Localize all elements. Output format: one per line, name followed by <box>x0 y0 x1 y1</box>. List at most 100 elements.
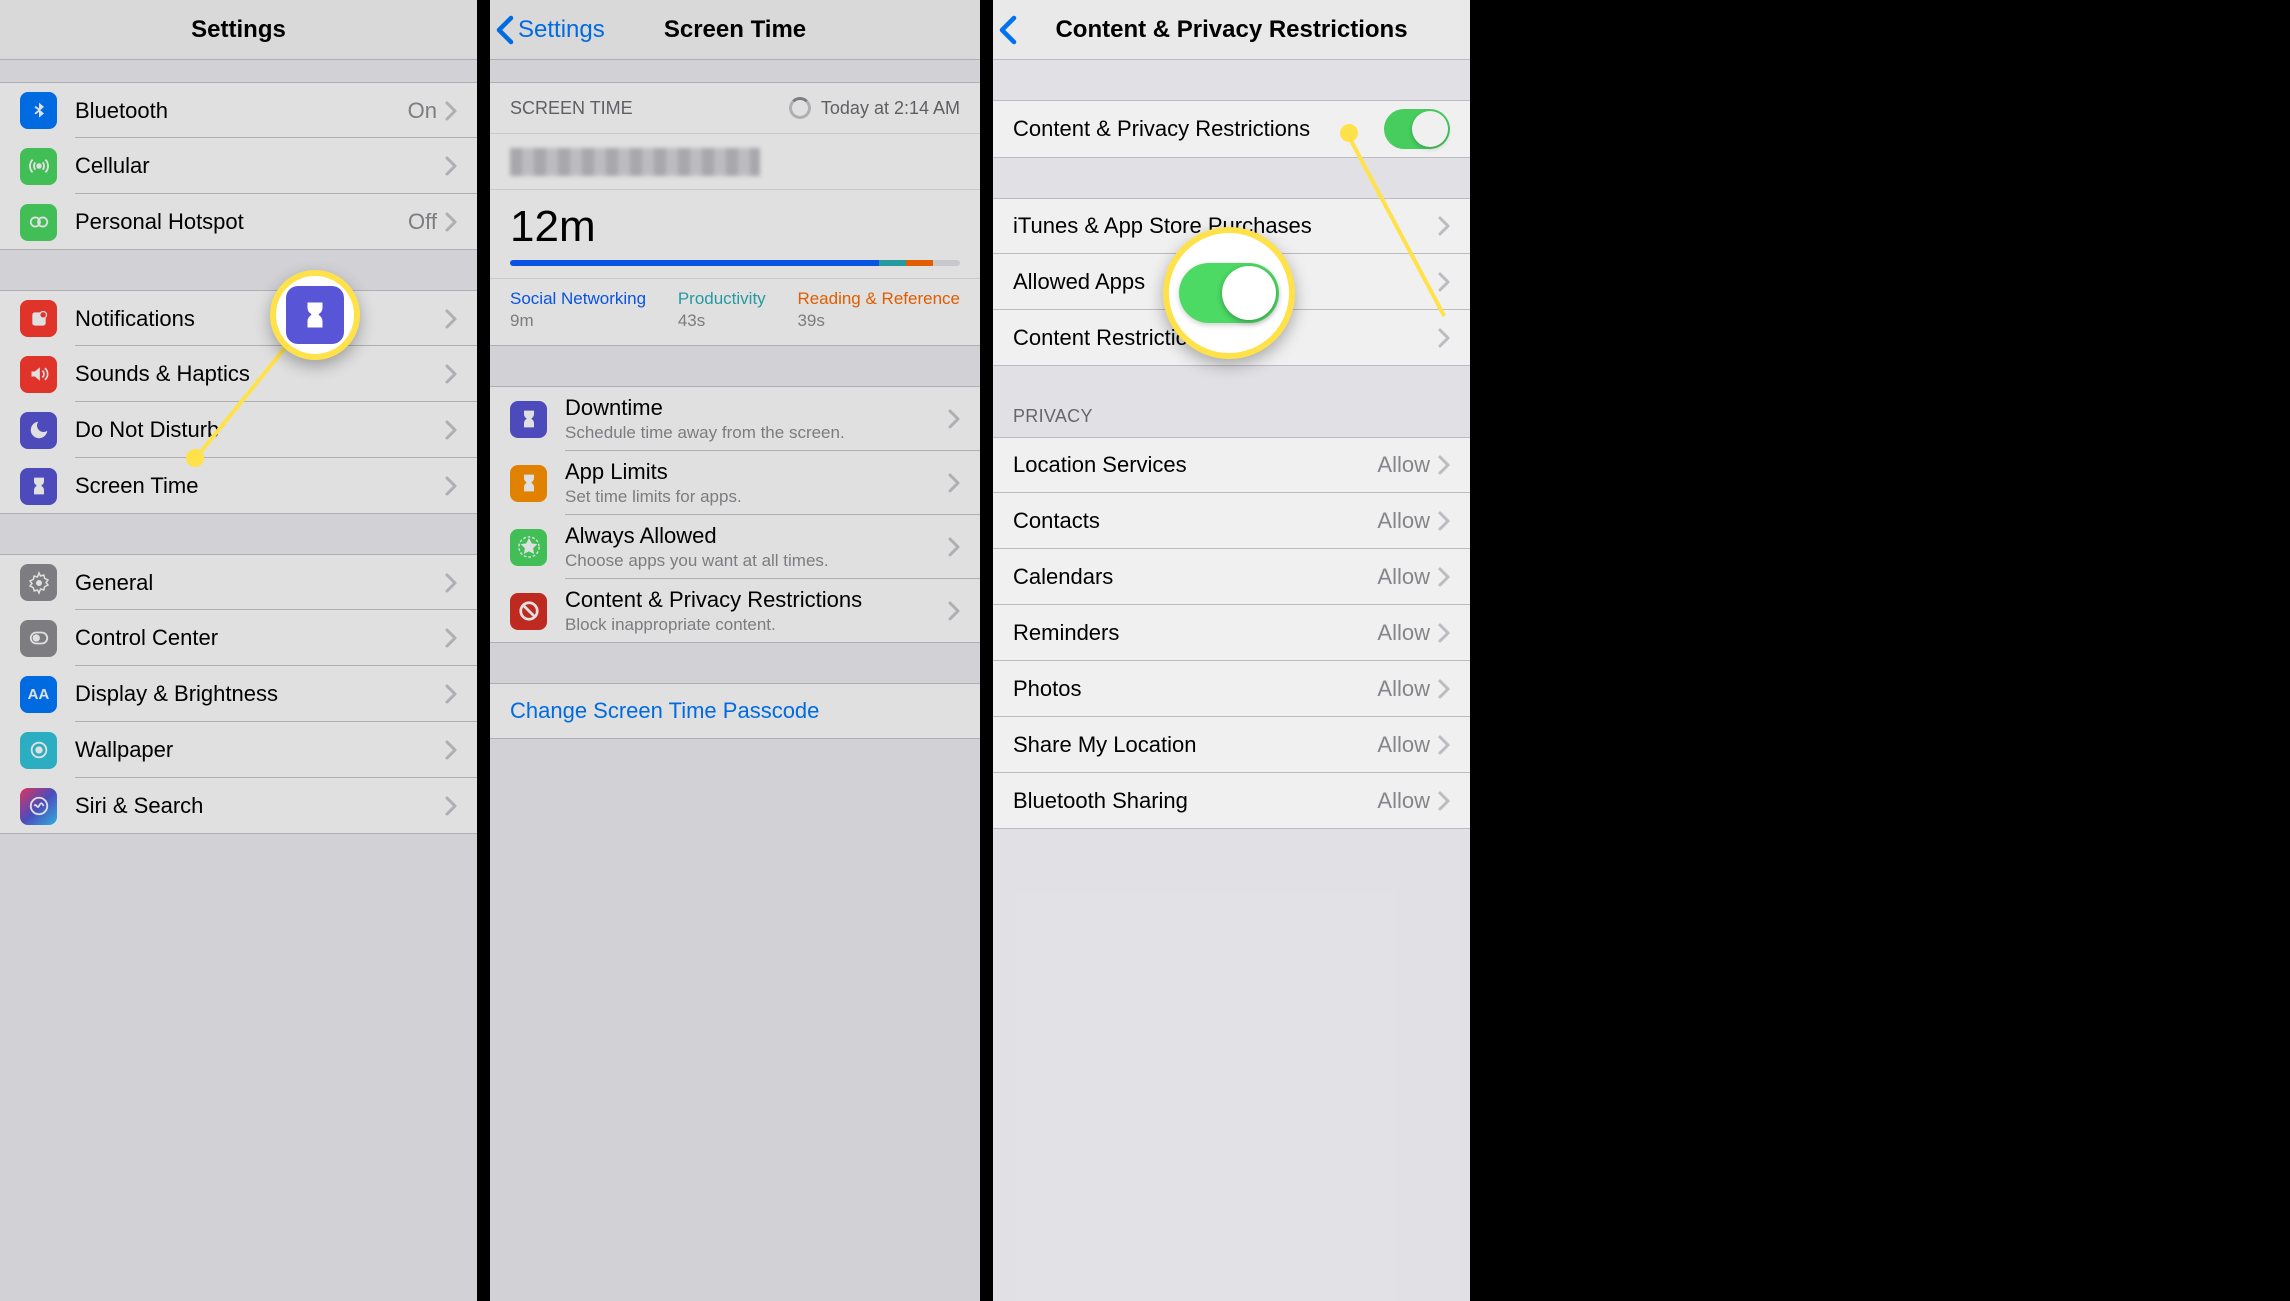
chevron-right-icon <box>445 573 457 593</box>
row-label: Screen Time <box>75 473 445 499</box>
chevron-right-icon <box>948 601 960 621</box>
chevron-right-icon <box>445 101 457 121</box>
row-label: Reminders <box>1013 620 1377 646</box>
summary-header: SCREEN TIME Today at 2:14 AM <box>490 83 980 133</box>
toggle-label: Content & Privacy Restrictions <box>1013 116 1384 142</box>
display-icon: AA <box>20 676 57 713</box>
row-value: Allow <box>1377 732 1430 758</box>
chevron-right-icon <box>948 409 960 429</box>
callout-screentime <box>270 270 360 360</box>
row-label: App Limits <box>565 459 948 485</box>
chevron-right-icon <box>948 537 960 557</box>
row-label: Photos <box>1013 676 1377 702</box>
toggle-group: Content & Privacy Restrictions <box>993 100 1470 158</box>
chevron-right-icon <box>948 473 960 493</box>
change-passcode-row[interactable]: Change Screen Time Passcode <box>490 683 980 739</box>
dnd-icon <box>20 412 57 449</box>
chevron-right-icon <box>445 212 457 232</box>
back-button[interactable]: Settings <box>490 15 605 45</box>
toggle-on-icon <box>1179 263 1279 323</box>
restrictions-toggle-row[interactable]: Content & Privacy Restrictions <box>993 100 1470 158</box>
row-value: Allow <box>1377 508 1430 534</box>
setting-row[interactable]: RemindersAllow <box>993 605 1470 661</box>
row-label: Always Allowed <box>565 523 948 549</box>
device-row[interactable] <box>490 133 980 189</box>
chevron-right-icon <box>1438 511 1450 531</box>
row-label: Siri & Search <box>75 793 445 819</box>
row-label: Location Services <box>1013 452 1377 478</box>
bluetooth-icon <box>20 92 57 129</box>
nav-bar: Settings <box>0 0 477 60</box>
dnd-row[interactable]: Do Not Disturb <box>0 402 477 458</box>
row-value: Allow <box>1377 564 1430 590</box>
chevron-right-icon <box>1438 216 1450 236</box>
usage-bar <box>510 260 960 266</box>
chevron-right-icon <box>445 628 457 648</box>
row-label: Downtime <box>565 395 948 421</box>
chevron-right-icon <box>1438 328 1450 348</box>
usage-detail[interactable]: 12m <box>490 189 980 278</box>
applimits-row[interactable]: App LimitsSet time limits for apps. <box>490 451 980 515</box>
downtime-row[interactable]: DowntimeSchedule time away from the scre… <box>490 386 980 451</box>
cellular-row[interactable]: Cellular <box>0 138 477 194</box>
chevron-right-icon <box>445 364 457 384</box>
chevron-right-icon <box>445 476 457 496</box>
restrictions-screen: Content & Privacy Restrictions Content &… <box>993 0 1470 1301</box>
always-icon <box>510 529 547 566</box>
chevron-right-icon <box>445 740 457 760</box>
hotspot-row[interactable]: Personal HotspotOff <box>0 194 477 250</box>
hotspot-icon <box>20 204 57 241</box>
chevron-right-icon <box>1438 623 1450 643</box>
chevron-right-icon <box>1438 735 1450 755</box>
general-row[interactable]: General <box>0 554 477 610</box>
row-value: Off <box>408 209 437 235</box>
row-label: Share My Location <box>1013 732 1377 758</box>
setting-row[interactable]: Share My LocationAllow <box>993 717 1470 773</box>
wallpaper-icon <box>20 732 57 769</box>
display-row[interactable]: AADisplay & Brightness <box>0 666 477 722</box>
screentime-options: DowntimeSchedule time away from the scre… <box>490 386 980 643</box>
notifications-row[interactable]: Notifications <box>0 290 477 346</box>
sounds-row[interactable]: Sounds & Haptics <box>0 346 477 402</box>
settings-screen: Settings BluetoothOn Cellular Personal Hot… <box>0 0 477 1301</box>
chevron-right-icon <box>445 156 457 176</box>
row-label: Calendars <box>1013 564 1377 590</box>
privacy-header: PRIVACY <box>993 406 1470 437</box>
cellular-icon <box>20 148 57 185</box>
controlcenter-icon <box>20 620 57 657</box>
restrictions-toggle[interactable] <box>1384 109 1450 149</box>
screentime-icon <box>286 286 344 344</box>
row-label: Do Not Disturb <box>75 417 445 443</box>
controlcenter-row[interactable]: Control Center <box>0 610 477 666</box>
row-label: Bluetooth <box>75 98 408 124</box>
category-productivity: Productivity 43s <box>678 289 766 331</box>
change-passcode-label: Change Screen Time Passcode <box>510 698 960 724</box>
setting-row[interactable]: ContactsAllow <box>993 493 1470 549</box>
siri-icon <box>20 788 57 825</box>
group-general: GeneralControl CenterAADisplay & Brightn… <box>0 554 477 834</box>
row-value: On <box>408 98 437 124</box>
siri-row[interactable]: Siri & Search <box>0 778 477 834</box>
setting-row[interactable]: CalendarsAllow <box>993 549 1470 605</box>
loading-spinner-icon <box>789 97 811 119</box>
wallpaper-row[interactable]: Wallpaper <box>0 722 477 778</box>
row-label: Cellular <box>75 153 445 179</box>
category-social: Social Networking 9m <box>510 289 646 331</box>
screentime-row[interactable]: Screen Time <box>0 458 477 514</box>
chevron-right-icon <box>1438 679 1450 699</box>
notifications-icon <box>20 300 57 337</box>
back-label: Settings <box>518 16 605 44</box>
setting-row[interactable]: Bluetooth SharingAllow <box>993 773 1470 829</box>
nav-bar: Content & Privacy Restrictions <box>993 0 1470 60</box>
category-breakdown: Social Networking 9m Productivity 43s Re… <box>490 278 980 345</box>
row-value: Allow <box>1377 676 1430 702</box>
setting-row[interactable]: Location ServicesAllow <box>993 437 1470 493</box>
screentime-screen: Settings Screen Time SCREEN TIME Today a… <box>490 0 980 1301</box>
always-row[interactable]: Always AllowedChoose apps you want at al… <box>490 515 980 579</box>
restrictions-row[interactable]: Content & Privacy RestrictionsBlock inap… <box>490 579 980 643</box>
back-button[interactable] <box>993 15 1017 45</box>
row-subtitle: Set time limits for apps. <box>565 487 948 507</box>
bluetooth-row[interactable]: BluetoothOn <box>0 82 477 138</box>
row-label: Content & Privacy Restrictions <box>565 587 948 613</box>
setting-row[interactable]: PhotosAllow <box>993 661 1470 717</box>
